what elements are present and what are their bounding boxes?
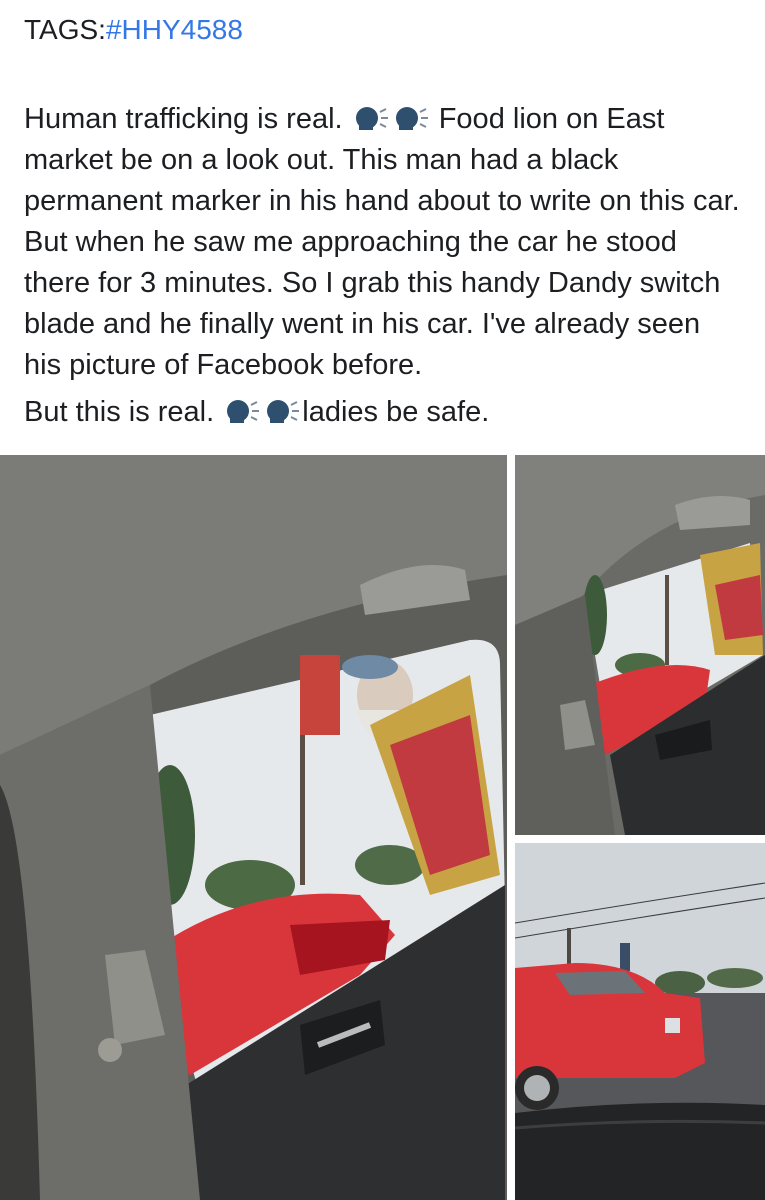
speaking-head-icon: [224, 396, 260, 424]
speaking-head-icon: [264, 396, 300, 424]
tags-label: TAGS:: [24, 14, 106, 45]
post-photo-bottom-right[interactable]: [515, 843, 765, 1200]
post-text-line-1: Human trafficking is real.: [24, 103, 343, 135]
post-text-line-4: ladies be safe.: [302, 396, 490, 428]
speaking-head-icon: [393, 103, 429, 131]
post-text-line-3: But this is real.: [24, 396, 215, 428]
post-text-line-2: Food lion on East market be on a look ou…: [24, 103, 740, 381]
post-tags: TAGS:#HHY4588: [24, 12, 243, 48]
speaking-head-icon: [353, 103, 389, 131]
post-photo-top-right[interactable]: [515, 455, 765, 835]
hashtag-link[interactable]: #HHY4588: [106, 14, 243, 45]
post-body: Human trafficking is real. Food lion on …: [24, 99, 744, 433]
post-photo-main[interactable]: [0, 455, 507, 1200]
